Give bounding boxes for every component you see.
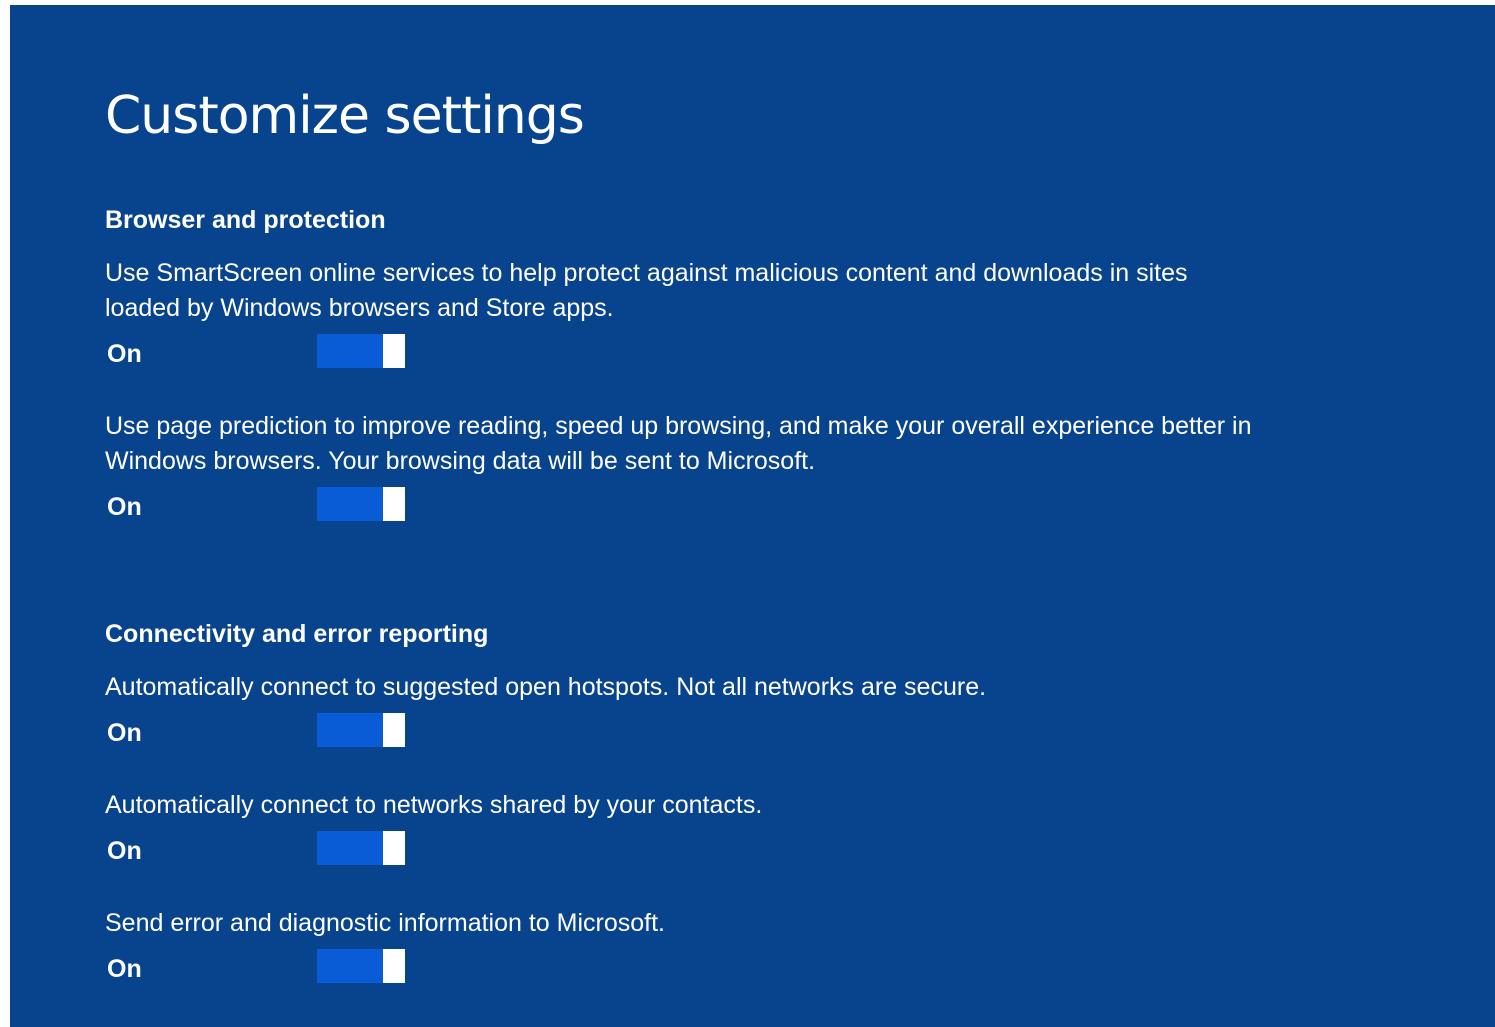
setting-open-hotspots: Automatically connect to suggested open …: [105, 670, 1265, 753]
setting-page-prediction: Use page prediction to improve reading, …: [105, 409, 1265, 527]
toggle-state-label: On: [107, 955, 142, 983]
toggle-state-label: On: [107, 493, 142, 521]
open-hotspots-toggle[interactable]: [317, 713, 405, 747]
toggle-thumb: [383, 949, 405, 983]
setting-description: Use page prediction to improve reading, …: [105, 412, 1252, 475]
section-heading-connectivity-error-reporting: Connectivity and error reporting: [105, 620, 489, 648]
error-diagnostics-toggle[interactable]: [317, 949, 405, 983]
setting-smartscreen: Use SmartScreen online services to help …: [105, 256, 1265, 374]
contact-networks-toggle[interactable]: [317, 831, 405, 865]
page-prediction-toggle[interactable]: [317, 487, 405, 521]
setting-error-diagnostics: Send error and diagnostic information to…: [105, 906, 1265, 989]
toggle-thumb: [383, 334, 405, 368]
toggle-row: On: [105, 831, 1265, 871]
setting-description: Send error and diagnostic information to…: [105, 909, 665, 937]
toggle-row: On: [105, 949, 1265, 989]
toggle-state-label: On: [107, 719, 142, 747]
setting-description: Automatically connect to suggested open …: [105, 673, 987, 701]
toggle-thumb: [383, 713, 405, 747]
toggle-state-label: On: [107, 340, 142, 368]
settings-panel: Customize settings Browser and protectio…: [10, 5, 1495, 1027]
setting-contact-networks: Automatically connect to networks shared…: [105, 788, 1265, 871]
toggle-thumb: [383, 831, 405, 865]
section-heading-browser-protection: Browser and protection: [105, 206, 386, 234]
toggle-row: On: [105, 713, 1265, 753]
toggle-row: On: [105, 334, 1265, 374]
toggle-thumb: [383, 487, 405, 521]
setting-description: Automatically connect to networks shared…: [105, 791, 763, 819]
setting-description: Use SmartScreen online services to help …: [105, 259, 1188, 322]
smartscreen-toggle[interactable]: [317, 334, 405, 368]
toggle-row: On: [105, 487, 1265, 527]
page-title: Customize settings: [105, 86, 585, 146]
toggle-state-label: On: [107, 837, 142, 865]
